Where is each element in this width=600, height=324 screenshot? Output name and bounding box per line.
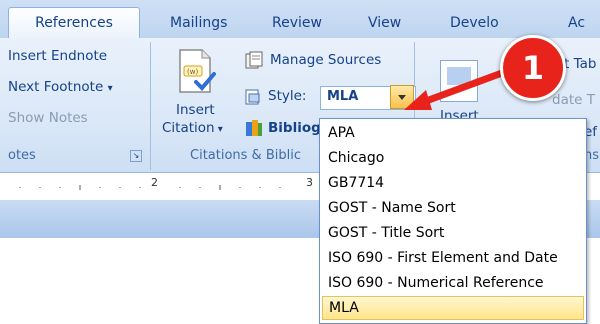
ruler-number: 3 xyxy=(306,176,313,189)
tab-acrobat[interactable]: Ac xyxy=(568,8,585,38)
manage-sources-label: Manage Sources xyxy=(270,52,382,68)
style-option-iso690-numerical[interactable]: ISO 690 - Numerical Reference xyxy=(322,271,584,295)
manage-sources-icon xyxy=(245,51,263,69)
ruler-number: 2 xyxy=(151,176,158,189)
insert-citation-button[interactable]: (w) Insert Citation ▾ xyxy=(158,44,230,144)
tab-mailings[interactable]: Mailings xyxy=(170,8,227,38)
insert-endnote-button[interactable]: Insert Endnote xyxy=(8,48,107,64)
insert-citation-label-2: Citation ▾ xyxy=(162,120,223,136)
footnotes-group-label: otes xyxy=(8,148,36,163)
citation-document-icon: (w) xyxy=(179,49,216,93)
chevron-down-icon: ▾ xyxy=(214,124,223,135)
ribbon-tab-bar: References Mailings Review View Develo A… xyxy=(0,0,600,40)
manage-sources-button[interactable]: Manage Sources xyxy=(244,50,404,72)
show-notes-button[interactable]: Show Notes xyxy=(8,110,88,126)
svg-text:(w): (w) xyxy=(187,68,198,76)
bibliography-icon xyxy=(246,120,262,136)
style-option-mla[interactable]: MLA xyxy=(322,296,584,320)
bibliography-button[interactable]: Bibliog xyxy=(268,120,321,136)
style-icon xyxy=(245,89,260,105)
style-combo-value: MLA xyxy=(327,89,359,104)
style-label: Style: xyxy=(268,88,307,104)
next-footnote-button[interactable]: Next Footnote ▾ xyxy=(8,79,113,95)
style-option-apa[interactable]: APA xyxy=(322,121,584,145)
style-option-gost-title-sort[interactable]: GOST - Title Sort xyxy=(322,221,584,245)
style-option-gb7714[interactable]: GB7714 xyxy=(322,171,584,195)
update-table-button[interactable]: date T xyxy=(552,92,595,108)
style-option-iso690-first-element[interactable]: ISO 690 - First Element and Date xyxy=(322,246,584,270)
insert-citation-label-1: Insert xyxy=(176,102,215,118)
insert-table-of-authorities-button[interactable]: t Tab xyxy=(564,56,596,72)
dialog-launcher-icon[interactable]: ↘ xyxy=(130,150,142,162)
style-option-gost-name-sort[interactable]: GOST - Name Sort xyxy=(322,196,584,220)
next-footnote-label: Next Footnote xyxy=(8,79,104,95)
tab-references[interactable]: References xyxy=(8,7,140,40)
style-option-chicago[interactable]: Chicago xyxy=(322,146,584,170)
tab-review[interactable]: Review xyxy=(272,8,322,38)
citations-group-label: Citations & Biblic xyxy=(190,148,301,163)
chevron-down-icon: ▾ xyxy=(107,83,113,94)
callout-number-badge: 1 xyxy=(500,35,566,101)
style-dropdown-list: APA Chicago GB7714 GOST - Name Sort GOST… xyxy=(319,118,587,324)
tab-view[interactable]: View xyxy=(368,8,401,38)
tab-developer[interactable]: Develo xyxy=(450,8,499,38)
